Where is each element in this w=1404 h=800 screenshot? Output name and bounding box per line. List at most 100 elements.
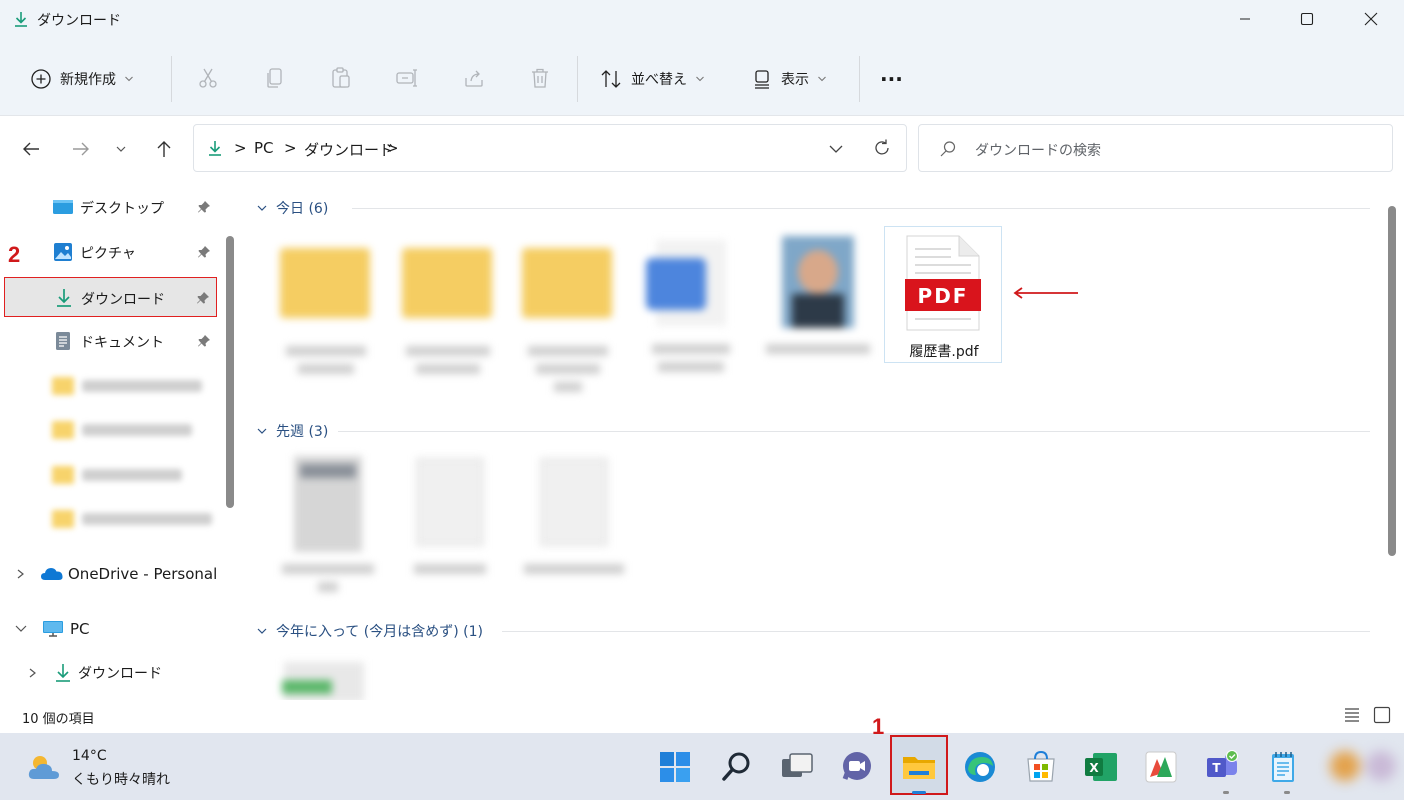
sidebar-item-folder[interactable] (52, 375, 212, 397)
share-icon[interactable] (462, 66, 486, 90)
excel-icon[interactable]: X (1083, 749, 1119, 785)
sidebar-item-folder[interactable] (52, 464, 212, 486)
notepad-icon[interactable] (1265, 749, 1301, 785)
divider (859, 56, 860, 102)
file-item-resume-pdf[interactable]: PDF 履歴書.pdf (884, 226, 1002, 363)
rename-icon[interactable] (395, 66, 419, 90)
weather-description[interactable]: くもり時々晴れ (72, 769, 170, 789)
sidebar-item-label: ピクチャ (80, 246, 136, 262)
address-bar[interactable]: > PC > ダウンロード > (193, 124, 907, 172)
file-item[interactable] (518, 238, 618, 408)
tree-item-label: PC (70, 620, 90, 638)
pin-icon[interactable] (196, 291, 210, 305)
tree-item-onedrive[interactable]: OneDrive - Personal (16, 559, 217, 589)
breadcrumb-separator[interactable]: > (386, 139, 399, 157)
sidebar-item-pictures[interactable]: ピクチャ (4, 232, 217, 272)
view-label: 表示 (781, 72, 809, 88)
start-windows-icon[interactable] (657, 749, 693, 785)
chevron-down-icon (116, 146, 126, 152)
group-header-label: 今日 (6) (276, 201, 329, 217)
sidebar-item-downloads[interactable]: ダウンロード (4, 277, 217, 317)
file-item[interactable] (400, 452, 500, 592)
group-header-label: 先週 (3) (276, 424, 329, 440)
cut-icon[interactable] (196, 66, 220, 90)
plus-circle-icon (31, 69, 51, 89)
file-item[interactable] (278, 652, 378, 702)
chevron-down-icon[interactable] (14, 624, 28, 634)
microsoft-store-icon[interactable] (1023, 749, 1059, 785)
new-button[interactable]: 新規作成 (30, 62, 134, 96)
chevron-right-icon[interactable] (28, 667, 38, 679)
download-icon (57, 289, 71, 307)
file-item[interactable] (640, 232, 740, 382)
minimize-button[interactable] (1222, 0, 1268, 38)
close-icon (1364, 12, 1378, 26)
navigation-scrollbar[interactable] (226, 236, 234, 508)
group-header-this-year[interactable]: 今年に入って (今月は含めず) (1) (256, 621, 483, 641)
tree-item-downloads[interactable]: ダウンロード (28, 658, 162, 688)
weather-cloud-sun-icon[interactable] (26, 753, 64, 783)
item-count: 10 個の項目 (22, 712, 95, 727)
breadcrumb-separator[interactable]: > (284, 139, 297, 157)
file-item[interactable] (766, 230, 876, 360)
maximize-icon (1300, 12, 1314, 26)
weather-temperature[interactable]: 14°C (72, 748, 107, 764)
arrow-left-icon (23, 142, 39, 156)
file-explorer-icon[interactable] (901, 749, 937, 785)
copy-icon[interactable] (263, 66, 287, 90)
edge-icon[interactable] (962, 749, 998, 785)
close-button[interactable] (1348, 0, 1394, 38)
navigation-pane: デスクトップ ピクチャ ダウンロード ドキュメント OneDrive - Per… (0, 182, 228, 700)
download-icon (56, 664, 70, 682)
group-header-label: 今年に入って (今月は含めず) (1) (276, 624, 483, 640)
file-item[interactable] (278, 452, 378, 602)
search-input[interactable]: ダウンロードの検索 (918, 124, 1393, 172)
sidebar-item-desktop[interactable]: デスクトップ (4, 187, 217, 227)
breadcrumb-separator[interactable]: > (234, 139, 247, 157)
forward-button[interactable] (66, 136, 96, 162)
breadcrumb-downloads[interactable]: ダウンロード (304, 139, 394, 160)
chevron-right-icon[interactable] (16, 568, 26, 580)
sidebar-item-documents[interactable]: ドキュメント (4, 321, 217, 361)
sidebar-item-label: ドキュメント (80, 335, 164, 351)
file-name: 履歴書.pdf (909, 344, 979, 360)
pin-icon[interactable] (197, 245, 211, 259)
sidebar-item-folder[interactable] (52, 508, 222, 530)
sort-button[interactable]: 並べ替え (599, 62, 705, 96)
svg-text:T: T (1212, 761, 1221, 775)
chevron-down-icon[interactable] (828, 144, 844, 154)
download-icon (15, 12, 27, 27)
refresh-icon[interactable] (872, 138, 892, 158)
search-icon[interactable] (719, 749, 755, 785)
file-item[interactable] (398, 238, 498, 388)
group-divider (352, 208, 1370, 209)
group-header-today[interactable]: 今日 (6) (256, 198, 328, 218)
chat-icon[interactable] (839, 749, 875, 785)
arrow-up-icon (157, 141, 171, 157)
up-button[interactable] (149, 136, 179, 162)
app-icon[interactable] (1143, 749, 1179, 785)
maximize-button[interactable] (1284, 0, 1330, 38)
file-list-scrollbar[interactable] (1388, 206, 1396, 556)
file-item[interactable] (276, 238, 376, 388)
large-icons-view-icon[interactable] (1373, 706, 1391, 724)
group-header-last-week[interactable]: 先週 (3) (256, 421, 328, 441)
paste-icon[interactable] (329, 66, 353, 90)
sidebar-item-folder[interactable] (52, 419, 212, 441)
tree-item-pc[interactable]: PC (14, 614, 90, 644)
pin-icon[interactable] (197, 334, 211, 348)
delete-icon[interactable] (528, 66, 552, 90)
recent-locations-button[interactable] (106, 136, 136, 162)
task-view-icon[interactable] (779, 749, 815, 785)
minimize-icon (1240, 18, 1250, 20)
back-button[interactable] (16, 136, 46, 162)
running-indicator (1223, 791, 1229, 794)
teams-icon[interactable]: T (1204, 749, 1240, 785)
blurred-tray-icons (1326, 747, 1404, 787)
more-button[interactable]: ··· (880, 62, 903, 96)
file-item[interactable] (520, 452, 630, 592)
view-button[interactable]: 表示 (751, 62, 827, 96)
details-view-icon[interactable] (1343, 707, 1361, 723)
breadcrumb-pc[interactable]: PC (254, 139, 274, 157)
pin-icon[interactable] (197, 200, 211, 214)
